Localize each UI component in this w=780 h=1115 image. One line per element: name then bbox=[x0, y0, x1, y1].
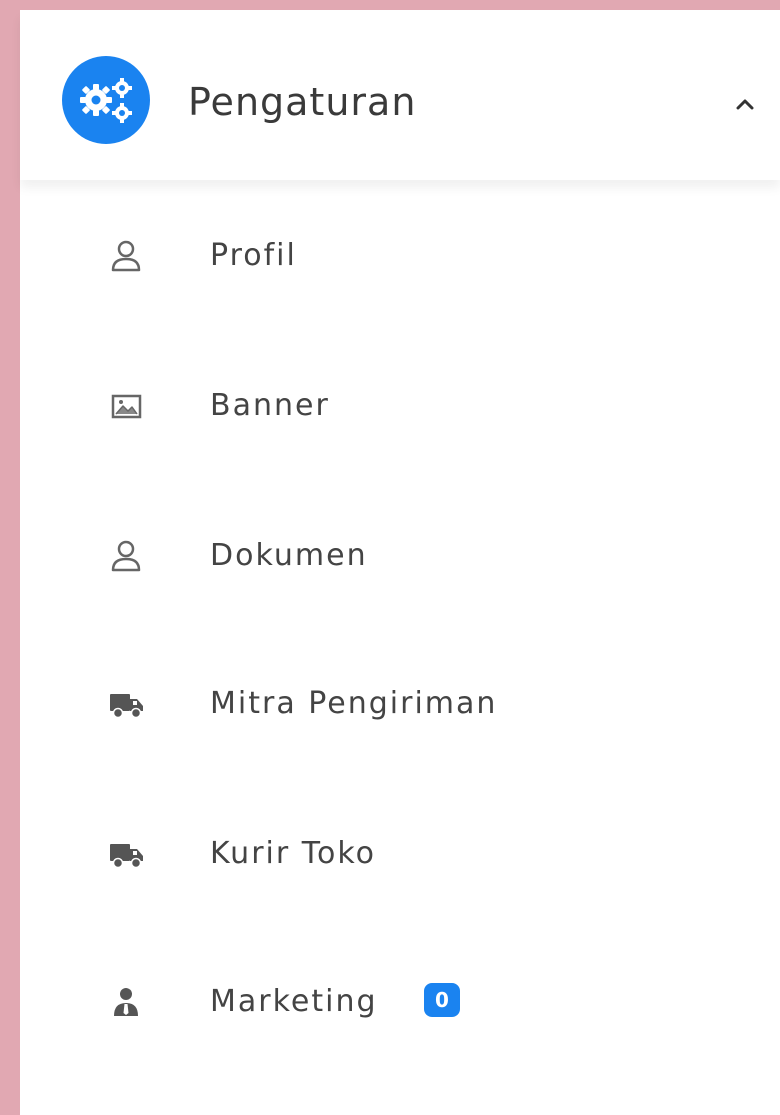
marketing-count-badge: 0 bbox=[424, 983, 460, 1017]
menu-item-dokumen[interactable]: Dokumen bbox=[20, 506, 780, 606]
user-outline-icon bbox=[111, 240, 141, 272]
chevron-up-icon[interactable] bbox=[736, 98, 754, 110]
menu-item-label: Profil bbox=[210, 238, 297, 273]
settings-cogs-icon bbox=[62, 56, 150, 144]
menu-item-label: Marketing bbox=[210, 984, 378, 1019]
user-tie-icon bbox=[114, 988, 138, 1016]
menu-item-mitra-pengiriman[interactable]: Mitra Pengiriman bbox=[20, 654, 780, 754]
settings-menu-header[interactable]: Pengaturan bbox=[20, 10, 780, 180]
menu-item-marketing[interactable]: Marketing 0 bbox=[20, 952, 780, 1052]
menu-item-label: Kurir Toko bbox=[210, 836, 376, 871]
menu-item-kurir-toko[interactable]: Kurir Toko bbox=[20, 804, 780, 904]
menu-item-label: Banner bbox=[210, 388, 330, 423]
menu-item-profil[interactable]: Profil bbox=[20, 206, 780, 306]
menu-item-label: Mitra Pengiriman bbox=[210, 686, 498, 721]
settings-sidebar-panel: Pengaturan Profil Banner Dokumen Mitra P… bbox=[20, 10, 780, 1115]
menu-item-label: Dokumen bbox=[210, 538, 368, 573]
image-icon bbox=[111, 394, 142, 419]
settings-menu-title: Pengaturan bbox=[188, 80, 417, 124]
menu-item-banner[interactable]: Banner bbox=[20, 356, 780, 456]
truck-icon bbox=[110, 844, 143, 869]
user-outline-icon bbox=[111, 540, 141, 572]
truck-icon bbox=[110, 694, 143, 719]
